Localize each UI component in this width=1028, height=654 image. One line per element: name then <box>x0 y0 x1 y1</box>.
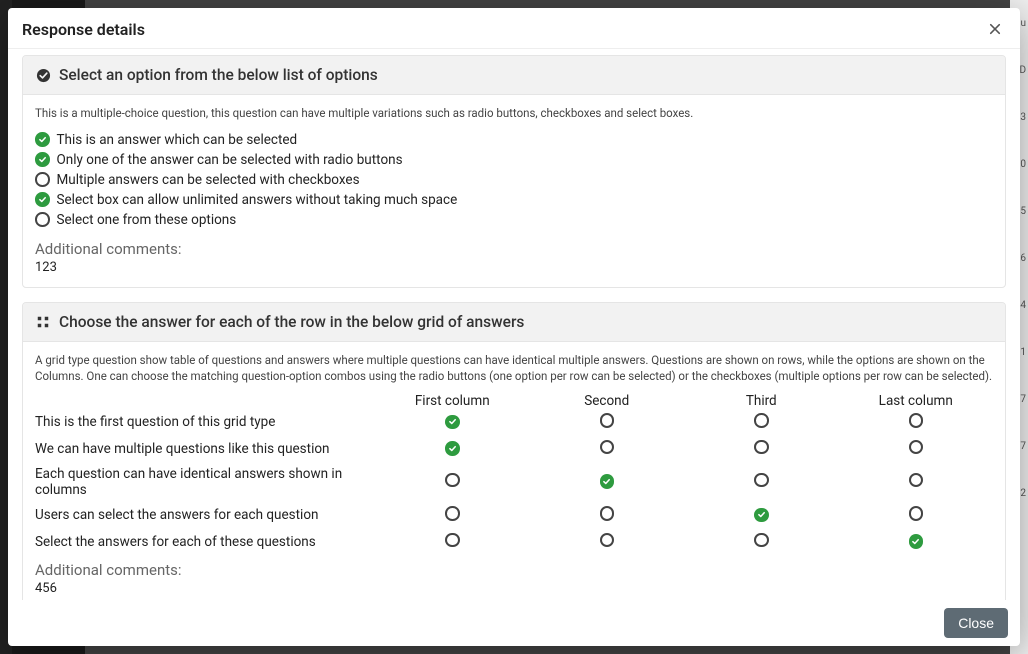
selected-indicator-icon <box>600 474 615 489</box>
question-title: Choose the answer for each of the row in… <box>59 313 524 331</box>
grid-row: Select the answers for each of these que… <box>35 529 993 556</box>
selected-indicator-icon <box>35 132 50 147</box>
unselected-indicator-icon <box>909 506 924 521</box>
option-label: Multiple answers can be selected with ch… <box>57 172 360 188</box>
grid-cell <box>839 506 994 525</box>
option-item: Select one from these options <box>35 210 993 230</box>
grid-row-label: This is the first question of this grid … <box>35 414 375 430</box>
response-details-modal: Response details Select an option from t… <box>8 8 1020 646</box>
unselected-indicator-icon <box>600 506 615 521</box>
question-card-grid: Choose the answer for each of the row in… <box>22 302 1006 600</box>
grid-header-row: First columnSecondThirdLast column <box>35 393 993 409</box>
unselected-indicator-icon <box>754 440 769 455</box>
close-button[interactable]: Close <box>944 608 1008 638</box>
modal-body[interactable]: Select an option from the below list of … <box>8 49 1020 600</box>
selected-indicator-icon <box>445 441 460 456</box>
grid-cell <box>684 473 839 492</box>
modal-title: Response details <box>22 20 145 39</box>
grid-cell <box>375 473 530 492</box>
selected-indicator-icon <box>909 534 924 549</box>
grid-cell <box>839 440 994 459</box>
grid-cell <box>530 474 685 490</box>
grid-cell <box>684 533 839 552</box>
options-list: This is an answer which can be selected O… <box>35 130 993 230</box>
grid-column-header: First column <box>375 393 530 409</box>
unselected-indicator-icon <box>445 473 460 488</box>
grid-column-header: Third <box>684 393 839 409</box>
selected-indicator-icon <box>35 152 50 167</box>
grid-row-label: Each question can have identical answers… <box>35 466 375 498</box>
unselected-indicator-icon <box>35 212 50 227</box>
unselected-indicator-icon <box>600 440 615 455</box>
card-header: Choose the answer for each of the row in… <box>23 303 1005 342</box>
unselected-indicator-icon <box>754 413 769 428</box>
selected-indicator-icon <box>35 192 50 207</box>
unselected-indicator-icon <box>909 473 924 488</box>
grid-icon <box>35 314 51 330</box>
grid-cell <box>839 473 994 492</box>
unselected-indicator-icon <box>909 413 924 428</box>
grid-column-header: Second <box>530 393 685 409</box>
question-help: A grid type question show table of quest… <box>35 352 993 385</box>
grid-row: We can have multiple questions like this… <box>35 436 993 463</box>
check-circle-icon <box>35 67 51 83</box>
grid-cell <box>530 440 685 459</box>
comments-value: 456 <box>35 581 993 596</box>
grid-cell <box>530 413 685 432</box>
grid-row: This is the first question of this grid … <box>35 409 993 436</box>
unselected-indicator-icon <box>445 533 460 548</box>
grid-column-header: Last column <box>839 393 994 409</box>
grid-cell <box>375 414 530 430</box>
question-help: This is a multiple-choice question, this… <box>35 105 993 122</box>
question-card-multiple-choice: Select an option from the below list of … <box>22 55 1006 288</box>
grid-cell <box>375 441 530 457</box>
option-label: Select box can allow unlimited answers w… <box>57 192 458 208</box>
grid-cell <box>684 507 839 523</box>
grid-cell <box>839 413 994 432</box>
option-label: Only one of the answer can be selected w… <box>57 152 403 168</box>
unselected-indicator-icon <box>600 413 615 428</box>
grid-cell <box>375 506 530 525</box>
option-item: Multiple answers can be selected with ch… <box>35 170 993 190</box>
modal-header: Response details <box>8 8 1020 49</box>
grid-cell <box>684 413 839 432</box>
comments-label: Additional comments: <box>35 561 993 579</box>
card-body: A grid type question show table of quest… <box>23 342 1005 600</box>
option-item: Only one of the answer can be selected w… <box>35 150 993 170</box>
grid-row: Each question can have identical answers… <box>35 462 993 502</box>
selected-indicator-icon <box>445 415 460 430</box>
unselected-indicator-icon <box>35 172 50 187</box>
grid-cell <box>839 534 994 550</box>
option-label: Select one from these options <box>57 212 237 228</box>
selected-indicator-icon <box>754 508 769 523</box>
comments-value: 123 <box>35 260 993 275</box>
unselected-indicator-icon <box>909 440 924 455</box>
unselected-indicator-icon <box>600 533 615 548</box>
grid-row-label: We can have multiple questions like this… <box>35 441 375 457</box>
grid-row-label: Users can select the answers for each qu… <box>35 507 375 523</box>
grid-cell <box>684 440 839 459</box>
comments-label: Additional comments: <box>35 240 993 258</box>
question-title: Select an option from the below list of … <box>59 66 378 84</box>
modal-footer: Close <box>8 600 1020 646</box>
grid-cell <box>375 533 530 552</box>
grid-cell <box>530 506 685 525</box>
unselected-indicator-icon <box>754 473 769 488</box>
option-item: Select box can allow unlimited answers w… <box>35 190 993 210</box>
grid-row: Users can select the answers for each qu… <box>35 502 993 529</box>
option-item: This is an answer which can be selected <box>35 130 993 150</box>
close-icon[interactable] <box>984 18 1006 40</box>
card-body: This is a multiple-choice question, this… <box>23 95 1005 287</box>
grid-table: First columnSecondThirdLast column This … <box>35 393 993 555</box>
grid-cell <box>530 533 685 552</box>
card-header: Select an option from the below list of … <box>23 56 1005 95</box>
grid-row-label: Select the answers for each of these que… <box>35 534 375 550</box>
option-label: This is an answer which can be selected <box>57 132 298 148</box>
unselected-indicator-icon <box>445 506 460 521</box>
unselected-indicator-icon <box>754 533 769 548</box>
